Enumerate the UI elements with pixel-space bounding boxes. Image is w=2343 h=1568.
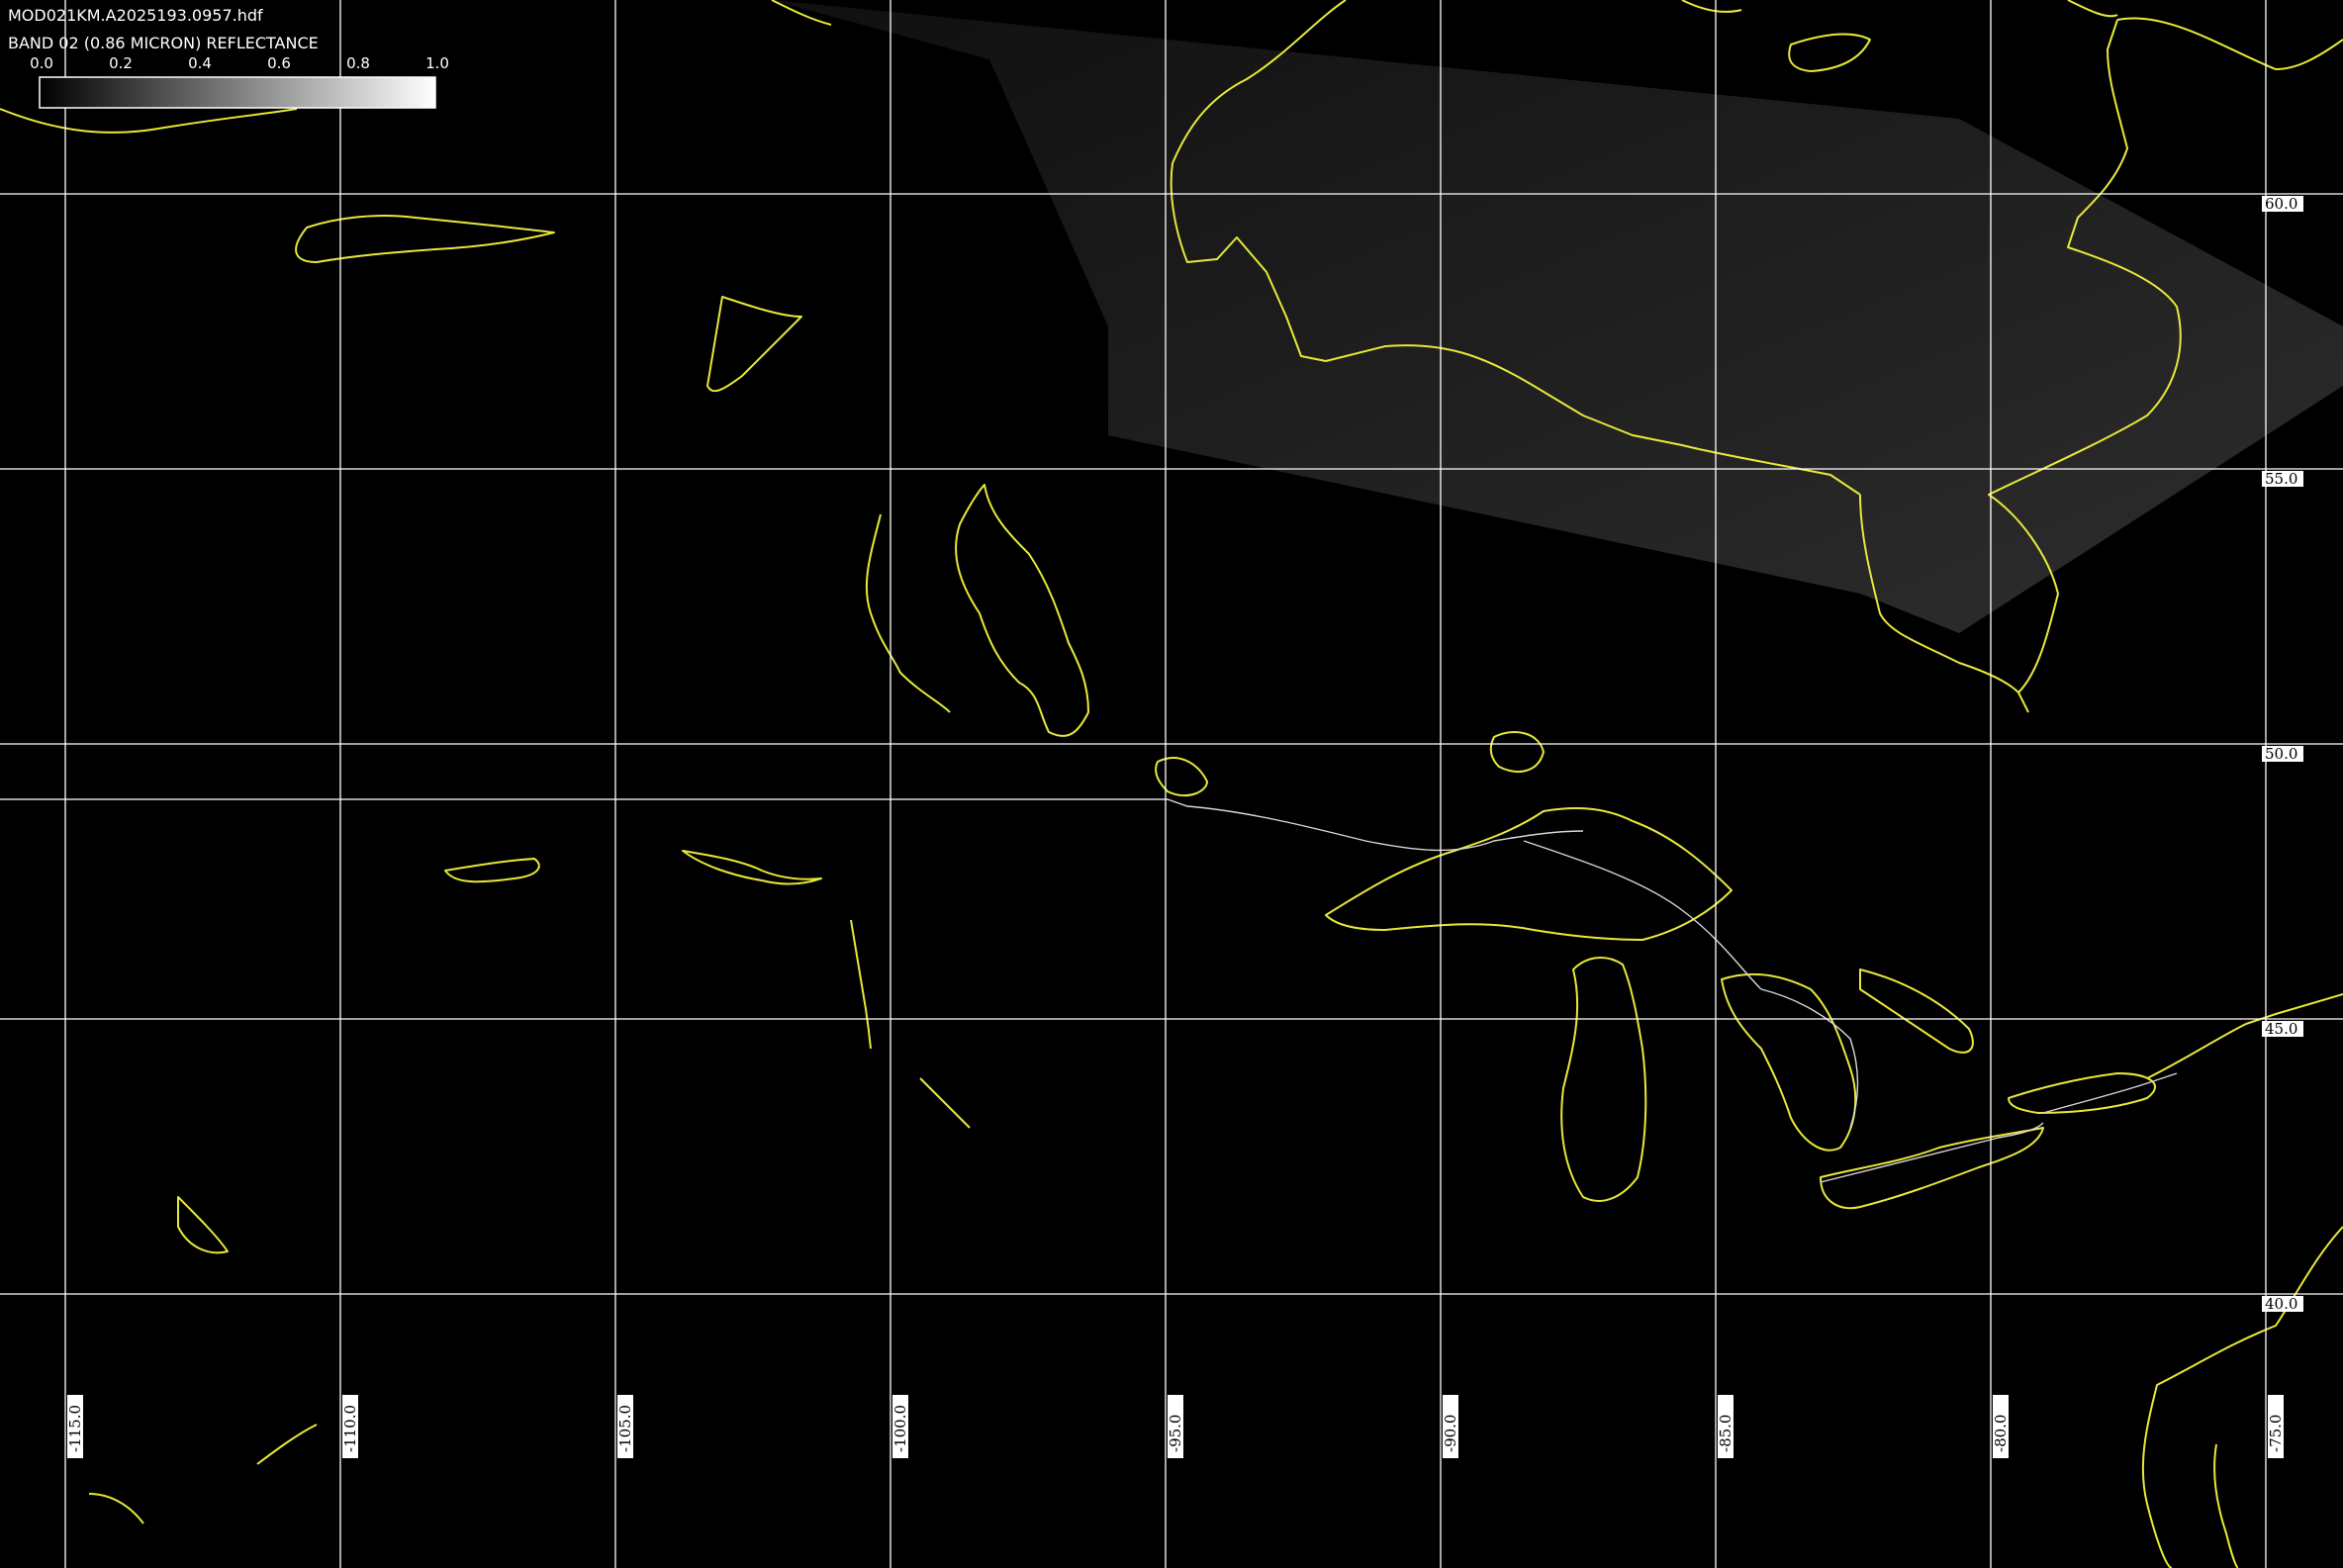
southwest-river bbox=[256, 1424, 318, 1465]
latitude-label: 55.0 bbox=[2262, 470, 2303, 488]
colorbar-gradient bbox=[39, 76, 436, 109]
longitude-label: -95.0 bbox=[1167, 1395, 1184, 1458]
svg-text:60.0: 60.0 bbox=[2265, 195, 2297, 213]
longitude-label: -75.0 bbox=[2267, 1395, 2285, 1458]
longitude-label: -100.0 bbox=[891, 1395, 909, 1458]
svg-text:-115.0: -115.0 bbox=[66, 1405, 84, 1452]
filename-label: MOD021KM.A2025193.0957.hdf bbox=[8, 6, 263, 25]
east-coast bbox=[2141, 1226, 2343, 1568]
lake-winnipegosis bbox=[865, 513, 951, 713]
colorbar-tick-label: 0.6 bbox=[267, 54, 291, 72]
longitude-label: -110.0 bbox=[341, 1395, 359, 1458]
colorbar-tick-label: 0.8 bbox=[346, 54, 370, 72]
colorbar-tick-label: 0.0 bbox=[30, 54, 53, 72]
north-lake-3 bbox=[2067, 0, 2118, 18]
us-canada-border bbox=[0, 798, 1584, 852]
longitude-label: -85.0 bbox=[1717, 1395, 1734, 1458]
chesapeake-bay bbox=[2213, 1443, 2239, 1568]
colorbar-tick-label: 0.4 bbox=[188, 54, 212, 72]
latitude-label: 40.0 bbox=[2262, 1295, 2303, 1313]
latitude-label: 60.0 bbox=[2262, 195, 2303, 213]
longitude-label: -115.0 bbox=[66, 1395, 84, 1458]
lake-winnipeg bbox=[955, 484, 1089, 737]
satellite-swath bbox=[772, 0, 2343, 633]
svg-text:40.0: 40.0 bbox=[2265, 1295, 2297, 1313]
lake-border-1 bbox=[1523, 840, 1762, 990]
svg-text:45.0: 45.0 bbox=[2265, 1020, 2297, 1038]
lake-huron bbox=[1721, 972, 1857, 1152]
colorbar: 0.0 0.2 0.4 0.6 0.8 1.0 bbox=[30, 54, 449, 109]
northwest-coast bbox=[0, 108, 298, 134]
satellite-map[interactable]: 60.055.050.045.040.0 -115.0 -110.0 -105.0-… bbox=[0, 0, 2343, 1568]
lake-erie bbox=[1820, 1127, 2044, 1210]
western-lake-1 bbox=[295, 215, 555, 263]
western-lake-5 bbox=[919, 1077, 971, 1129]
latitude-label: 50.0 bbox=[2262, 745, 2303, 763]
lake-border-3 bbox=[1820, 1122, 2044, 1183]
band-title-label: BAND 02 (0.86 MICRON) REFLECTANCE bbox=[8, 34, 319, 52]
longitude-label: -90.0 bbox=[1442, 1395, 1459, 1458]
svg-text:55.0: 55.0 bbox=[2265, 470, 2297, 488]
western-lake-3 bbox=[444, 858, 540, 883]
western-lake-2 bbox=[706, 296, 802, 393]
svg-text:-110.0: -110.0 bbox=[341, 1405, 359, 1452]
western-lake-4 bbox=[682, 850, 822, 885]
longitude-label: -105.0 bbox=[616, 1395, 634, 1458]
lake-of-the-woods bbox=[1155, 757, 1208, 797]
borders bbox=[0, 798, 2178, 1183]
latitude-label: 45.0 bbox=[2262, 1020, 2303, 1038]
western-river-1 bbox=[850, 919, 872, 1050]
lake-superior bbox=[1325, 807, 1733, 941]
st-lawrence-river bbox=[2146, 993, 2343, 1079]
colorbar-ticks: 0.0 0.2 0.4 0.6 0.8 1.0 bbox=[30, 54, 449, 72]
svg-text:-100.0: -100.0 bbox=[891, 1405, 909, 1452]
svg-text:-75.0: -75.0 bbox=[2267, 1415, 2285, 1452]
svg-text:-105.0: -105.0 bbox=[616, 1405, 634, 1452]
svg-text:50.0: 50.0 bbox=[2265, 745, 2297, 763]
southwest-lake bbox=[177, 1196, 229, 1254]
svg-text:-85.0: -85.0 bbox=[1717, 1415, 1734, 1452]
nipigon-lake bbox=[1489, 731, 1545, 773]
svg-text:-90.0: -90.0 bbox=[1442, 1415, 1459, 1452]
longitude-label: -80.0 bbox=[1992, 1395, 2010, 1458]
north-lake bbox=[1788, 33, 1871, 72]
north-lake-2 bbox=[1681, 0, 1742, 13]
northeast-coast bbox=[2116, 17, 2343, 70]
georgian-bay bbox=[1859, 968, 1974, 1054]
colorbar-tick-label: 0.2 bbox=[109, 54, 133, 72]
svg-text:-95.0: -95.0 bbox=[1167, 1415, 1184, 1452]
colorbar-tick-label: 1.0 bbox=[425, 54, 449, 72]
lake-ontario bbox=[2008, 1072, 2156, 1114]
far-southwest-lake bbox=[88, 1493, 144, 1524]
longitude-labels: -115.0 -110.0 -105.0 -100.0 -95.0 -90.0 -85.0 -… bbox=[66, 1395, 2285, 1458]
lake-border-2 bbox=[1760, 988, 1859, 1129]
lake-michigan bbox=[1560, 957, 1647, 1202]
svg-text:-80.0: -80.0 bbox=[1992, 1415, 2010, 1452]
